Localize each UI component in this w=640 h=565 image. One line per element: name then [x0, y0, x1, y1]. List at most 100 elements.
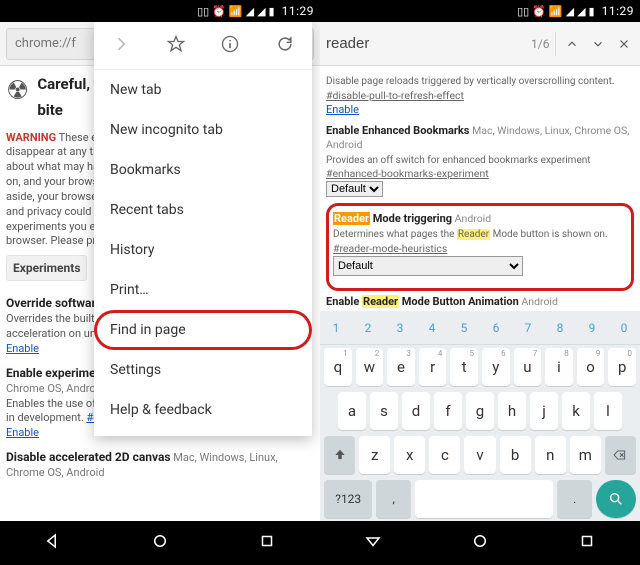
nav-back-icon[interactable] [44, 532, 62, 554]
key-f[interactable]: f [434, 392, 462, 430]
overflow-menu: New tab New incognito tab Bookmarks Rece… [94, 22, 312, 436]
key-s[interactable]: s [370, 392, 398, 430]
key-j[interactable]: j [530, 392, 558, 430]
statusbar: ▯▯ ⏰ 📶 ◢ ◢ ▮ 11:29 [0, 0, 320, 22]
phone-right: ▯▯ ⏰ 📶 ◢ ◢ ▮ 11:29 1/6 Disable page relo… [320, 0, 640, 565]
suggestion[interactable]: 6 [493, 321, 500, 335]
key-symbols[interactable]: ?123 [324, 480, 372, 518]
key-x[interactable]: x [394, 436, 425, 474]
clock: 11:29 [282, 4, 314, 18]
menu-new-incognito[interactable]: New incognito tab [94, 110, 312, 150]
suggestion[interactable]: 9 [589, 321, 596, 335]
key-z[interactable]: z [359, 436, 390, 474]
key-g[interactable]: g [466, 392, 494, 430]
key-h[interactable]: h [498, 392, 526, 430]
key-v[interactable]: v [464, 436, 495, 474]
key-e[interactable]: e3 [387, 348, 415, 386]
flags-page: Disable page reloads triggered by vertic… [320, 66, 640, 311]
suggestion[interactable]: 5 [461, 321, 468, 335]
forward-icon[interactable] [111, 34, 131, 58]
suggestion[interactable]: 4 [429, 321, 436, 335]
suggestion[interactable]: 1 [333, 321, 340, 335]
key-d[interactable]: d [402, 392, 430, 430]
flag-title: Enable Reader Mode Button Animation [326, 295, 519, 308]
flag-platform: Android [521, 295, 558, 308]
key-u[interactable]: u7 [514, 348, 542, 386]
menu-help-feedback[interactable]: Help & feedback [94, 390, 312, 430]
star-icon[interactable] [166, 34, 186, 58]
nav-recent-icon[interactable] [578, 532, 596, 554]
key-y[interactable]: y6 [482, 348, 510, 386]
key-t[interactable]: t5 [450, 348, 478, 386]
suggestion[interactable]: 8 [557, 321, 564, 335]
flag-enable-link[interactable]: Enable [6, 342, 39, 355]
refresh-icon[interactable] [275, 34, 295, 58]
menu-recent-tabs[interactable]: Recent tabs [94, 190, 312, 230]
key-period[interactable]: . [557, 480, 592, 518]
android-navbar [0, 521, 320, 565]
key-b[interactable]: b [500, 436, 531, 474]
key-shift[interactable] [324, 436, 355, 474]
wifi-icon: 📶 [229, 5, 243, 18]
flag-select[interactable]: Default [333, 256, 523, 276]
key-w[interactable]: w2 [356, 348, 384, 386]
divider [555, 32, 556, 56]
menu-settings[interactable]: Settings [94, 350, 312, 390]
key-search[interactable] [596, 480, 636, 518]
menu-bookmarks[interactable]: Bookmarks [94, 150, 312, 190]
menu-find-in-page[interactable]: Find in page [94, 310, 312, 350]
suggestion[interactable]: 3 [397, 321, 404, 335]
suggestion[interactable]: 0 [621, 321, 628, 335]
flag-enable-link[interactable]: Enable [6, 426, 39, 439]
battery-icon: ▮ [589, 5, 595, 18]
key-backspace[interactable] [605, 436, 636, 474]
key-q[interactable]: q1 [324, 348, 352, 386]
flag-anchor[interactable]: #reader-mode-heuristics [333, 242, 447, 255]
nav-back-icon[interactable] [364, 532, 382, 554]
key-l[interactable]: l [594, 392, 622, 430]
keyboard-row: q1 w2 e3 r4 t5 y6 u7 i8 o9 p0 [320, 345, 640, 389]
soft-keyboard: 1 2 3 4 5 6 7 8 9 0 q1 w2 e3 r4 t5 y6 u7… [320, 311, 640, 521]
key-r[interactable]: r4 [419, 348, 447, 386]
nav-home-icon[interactable] [471, 532, 489, 554]
vibrate-icon: ▯▯ [517, 5, 529, 18]
key-space[interactable] [415, 480, 553, 518]
find-next-icon[interactable] [588, 31, 608, 57]
key-a[interactable]: a [338, 392, 366, 430]
suggestion[interactable]: 2 [365, 321, 372, 335]
flag-anchor[interactable]: #enhanced-bookmarks-experiment [326, 167, 489, 180]
flag-platform: Android [455, 212, 492, 225]
key-i[interactable]: i8 [545, 348, 573, 386]
signal2-icon: ◢ [577, 5, 585, 18]
experiments-card: Experiments [6, 255, 87, 281]
key-m[interactable]: m [570, 436, 601, 474]
key-k[interactable]: k [562, 392, 590, 430]
find-prev-icon[interactable] [562, 31, 582, 57]
menu-print[interactable]: Print… [94, 270, 312, 310]
find-bar: 1/6 [320, 22, 640, 66]
flag-title: Enable Enhanced Bookmarks [326, 124, 469, 137]
alarm-icon: ⏰ [212, 5, 226, 18]
nav-home-icon[interactable] [151, 532, 169, 554]
flag-select[interactable]: Default [326, 181, 383, 197]
menu-new-tab[interactable]: New tab [94, 70, 312, 110]
info-icon[interactable] [220, 34, 240, 58]
signal2-icon: ◢ [257, 5, 265, 18]
keyboard-row: z x c v b n m [320, 433, 640, 477]
flag-enable-link[interactable]: Enable [326, 103, 359, 116]
key-p[interactable]: p0 [608, 348, 636, 386]
flag-title: Reader Mode triggering [333, 212, 452, 225]
menu-history[interactable]: History [94, 230, 312, 270]
key-o[interactable]: o9 [577, 348, 605, 386]
key-comma[interactable]: , [376, 480, 411, 518]
phone-left: ▯▯ ⏰ 📶 ◢ ◢ ▮ 11:29 chrome://f ☢ Careful,… [0, 0, 320, 565]
find-input[interactable] [326, 35, 525, 52]
key-n[interactable]: n [535, 436, 566, 474]
flag-desc: Provides an off switch for enhanced book… [326, 155, 591, 166]
flag-item: Enable Reader Mode Button Animation Andr… [326, 295, 634, 311]
key-c[interactable]: c [429, 436, 460, 474]
suggestion[interactable]: 7 [525, 321, 532, 335]
nav-recent-icon[interactable] [258, 532, 276, 554]
find-close-icon[interactable] [614, 31, 634, 57]
flag-anchor[interactable]: #disable-pull-to-refresh-effect [326, 89, 464, 102]
